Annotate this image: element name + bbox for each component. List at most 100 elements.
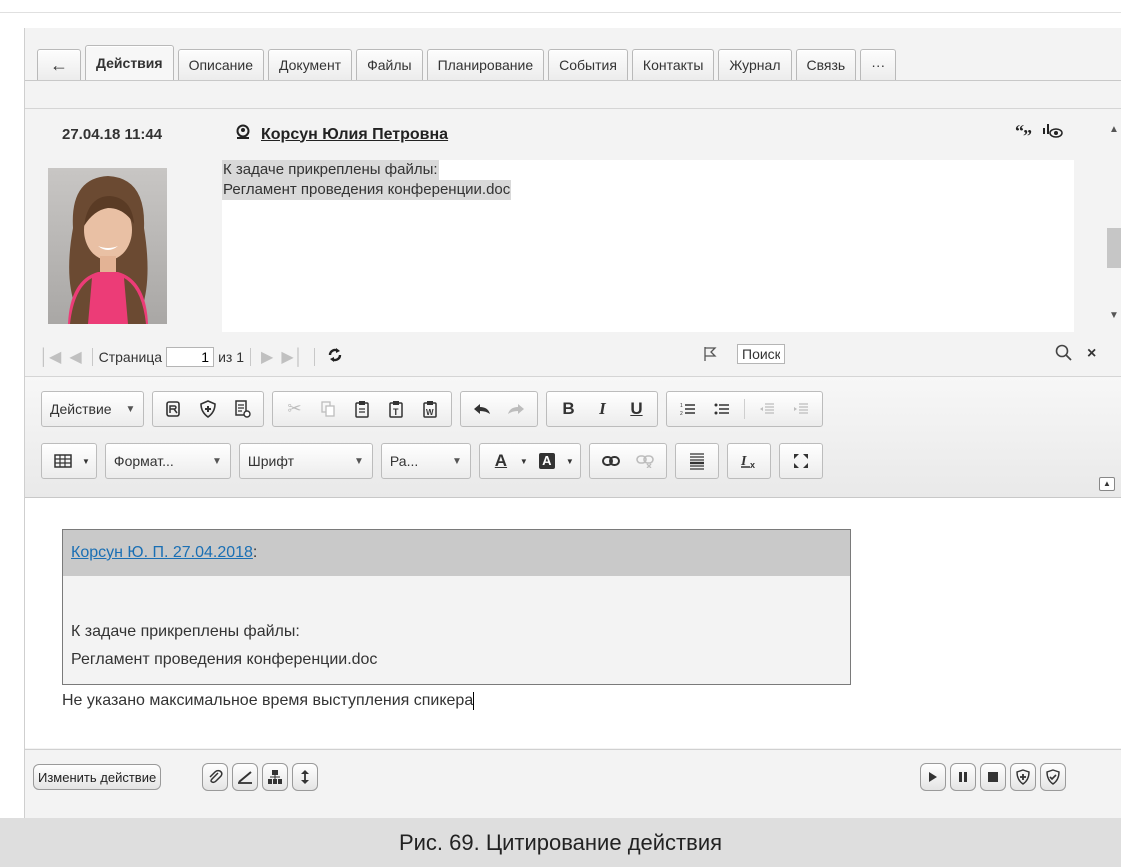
- editor-text-line[interactable]: Не указано максимальное время выступлени…: [62, 692, 475, 710]
- insert-template-icon[interactable]: [159, 396, 189, 422]
- change-action-button[interactable]: Изменить действие: [33, 764, 162, 790]
- author-name-link[interactable]: Корсун Юлия Петровна: [261, 126, 448, 144]
- clear-format-icon[interactable]: Ix: [734, 448, 764, 474]
- paste-text-icon[interactable]: T: [381, 396, 411, 422]
- cut-icon[interactable]: ✂: [279, 396, 309, 422]
- undo-icon[interactable]: [467, 396, 497, 422]
- editor-area[interactable]: Корсун Ю. П. 27.04.2018: К задаче прикре…: [25, 498, 1121, 748]
- action-dropdown[interactable]: Действие ▼: [41, 391, 145, 427]
- list-group: 12: [666, 391, 824, 427]
- shield-check-icon[interactable]: [1040, 763, 1066, 791]
- close-icon[interactable]: ×: [1087, 345, 1096, 363]
- pager-separator: [250, 348, 251, 366]
- search-input[interactable]: [737, 344, 785, 364]
- last-page-icon[interactable]: ▶│: [281, 347, 303, 367]
- paste-word-icon[interactable]: W: [415, 396, 445, 422]
- message-scrollbar[interactable]: ▲ ▼: [1107, 122, 1121, 332]
- shield-plus-icon[interactable]: [1010, 763, 1036, 791]
- outdent-icon[interactable]: [752, 396, 782, 422]
- format-dropdown-label: Формат...: [113, 453, 174, 469]
- tab-journal[interactable]: Журнал: [718, 49, 792, 80]
- message-author: Корсун Юлия Петровна: [235, 124, 448, 145]
- flag-icon[interactable]: [702, 346, 718, 367]
- play-icon[interactable]: [920, 763, 946, 791]
- link-icon[interactable]: [596, 448, 626, 474]
- text-color-button[interactable]: A: [486, 448, 516, 474]
- chevron-down-icon[interactable]: ▼: [520, 457, 528, 466]
- quote-header: Корсун Ю. П. 27.04.2018:: [63, 530, 850, 576]
- bulleted-list-icon[interactable]: [707, 396, 737, 422]
- paste-icon[interactable]: [347, 396, 377, 422]
- screenshot-frame: ← Действия Описание Документ Файлы Плани…: [0, 0, 1121, 867]
- table-dropdown[interactable]: ▼: [41, 443, 97, 479]
- text-style-group: B I U: [546, 391, 659, 427]
- pager-bar: │◀ ◀ Страница из 1 ▶ ▶│ ×: [25, 340, 1121, 374]
- unlink-icon[interactable]: [630, 448, 660, 474]
- watch-icon[interactable]: [1041, 124, 1064, 142]
- action-dropdown-label: Действие: [50, 401, 112, 417]
- history-group: [460, 391, 539, 427]
- chevron-down-icon: ▼: [452, 455, 462, 467]
- page-number-input[interactable]: [166, 347, 215, 367]
- bg-color-swatch: A: [538, 453, 555, 469]
- quoted-action: Корсун Ю. П. 27.04.2018: К задаче прикре…: [62, 529, 851, 685]
- refresh-icon[interactable]: [327, 347, 343, 368]
- quote-and-watch-icons[interactable]: “”: [1015, 121, 1064, 146]
- editor-toolbar: Действие ▼ ✂ T W B I U 1 2 ▼ Формат... ▼…: [25, 376, 1121, 498]
- shield-plus-icon[interactable]: [193, 396, 223, 422]
- quote-colon: :: [252, 544, 258, 561]
- message-text: К задаче прикреплены файлы: Регламент пр…: [222, 160, 1074, 332]
- quote-author-link[interactable]: Корсун Ю. П. 27.04.2018: [71, 544, 253, 562]
- author-avatar: [48, 168, 167, 324]
- collapse-toolbar-icon[interactable]: ▲: [1099, 477, 1115, 491]
- chevron-down-icon[interactable]: ▼: [566, 457, 574, 466]
- scroll-thumb[interactable]: [1107, 228, 1121, 268]
- tab-files[interactable]: Файлы: [356, 49, 423, 80]
- task-window: ← Действия Описание Документ Файлы Плани…: [24, 28, 1121, 818]
- document-link-icon[interactable]: [227, 396, 257, 422]
- background-color-button[interactable]: A: [532, 448, 562, 474]
- stop-icon[interactable]: [980, 763, 1006, 791]
- indent-icon[interactable]: [786, 396, 816, 422]
- copy-icon[interactable]: [313, 396, 343, 422]
- toolbar-row-2: ▼ Формат... ▼ Шрифт ▼ Ра... ▼ A ▼ A ▼ I …: [41, 443, 823, 479]
- tab-description[interactable]: Описание: [177, 49, 264, 80]
- font-dropdown[interactable]: Шрифт ▼: [238, 443, 373, 479]
- tab-document[interactable]: Документ: [267, 49, 353, 80]
- first-page-icon[interactable]: │◀: [39, 347, 61, 367]
- size-dropdown[interactable]: Ра... ▼: [380, 443, 471, 479]
- toolbar-row-1: Действие ▼ ✂ T W B I U 1 2: [41, 391, 824, 427]
- tab-contacts[interactable]: Контакты: [631, 49, 715, 80]
- tab-events[interactable]: События: [548, 49, 628, 80]
- scroll-up-arrow-icon[interactable]: ▲: [1109, 124, 1119, 135]
- tab-more[interactable]: ···: [860, 49, 897, 80]
- horizontal-rule-icon[interactable]: [682, 448, 712, 474]
- tab-panel-divider: [25, 108, 1121, 109]
- clipboard-group: ✂ T W: [272, 391, 453, 427]
- tab-planning[interactable]: Планирование: [426, 49, 545, 80]
- search-icon[interactable]: [1055, 344, 1073, 367]
- maximize-icon[interactable]: [786, 448, 816, 474]
- tab-divider: [25, 80, 1121, 81]
- scroll-down-arrow-icon[interactable]: ▼: [1109, 310, 1119, 321]
- tab-actions[interactable]: Действия: [85, 45, 174, 80]
- figure-caption: Рис. 69. Цитирование действия: [0, 818, 1121, 867]
- bold-button[interactable]: B: [553, 396, 583, 422]
- chevron-down-icon: ▼: [82, 456, 90, 466]
- pause-icon[interactable]: [950, 763, 976, 791]
- back-tab[interactable]: ←: [37, 49, 81, 80]
- underline-button[interactable]: U: [621, 396, 651, 422]
- format-dropdown[interactable]: Формат... ▼: [104, 443, 231, 479]
- attach-icon[interactable]: [202, 763, 228, 791]
- numbered-list-icon[interactable]: 12: [673, 396, 703, 422]
- redo-icon[interactable]: [501, 396, 531, 422]
- prev-page-icon[interactable]: ◀: [69, 347, 81, 367]
- tab-link[interactable]: Связь: [795, 49, 857, 80]
- italic-button[interactable]: I: [587, 396, 617, 422]
- signature-icon[interactable]: [232, 763, 258, 791]
- org-chart-icon[interactable]: [262, 763, 288, 791]
- next-page-icon[interactable]: ▶: [261, 347, 273, 367]
- resize-vertical-icon[interactable]: [292, 763, 318, 791]
- quote-line: К задаче прикреплены файлы:: [71, 623, 300, 640]
- quote-icon[interactable]: “”: [1015, 121, 1041, 146]
